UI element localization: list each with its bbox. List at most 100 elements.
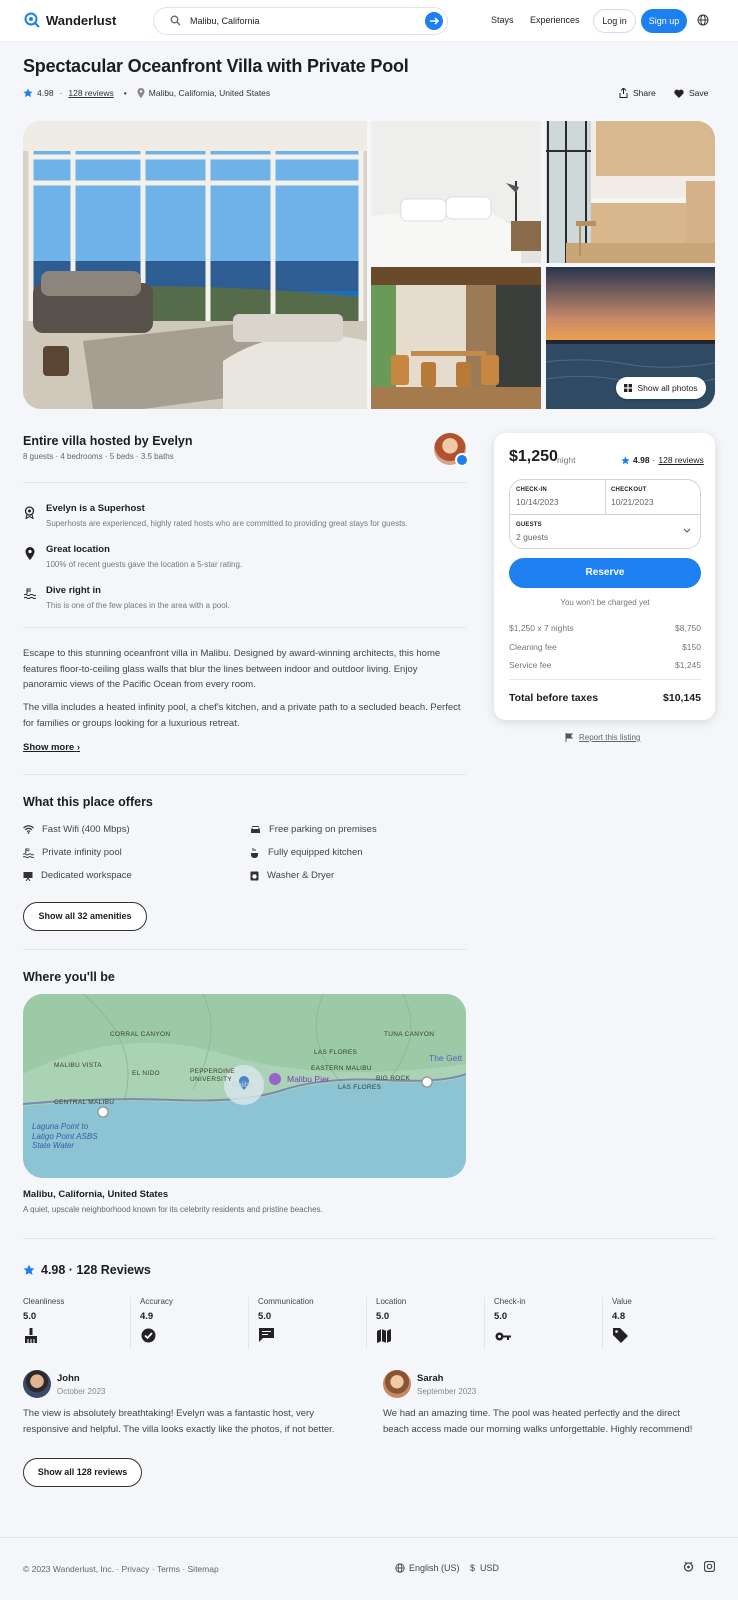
rating-category-value: 5.0 bbox=[376, 1311, 390, 1322]
rating-category-value: 4.9 bbox=[140, 1311, 154, 1322]
checkin-field[interactable]: CHECK-IN 10/14/2023 bbox=[509, 479, 604, 513]
social-icon[interactable] bbox=[683, 1561, 694, 1572]
signup-button[interactable]: Sign up bbox=[641, 9, 687, 33]
key-icon bbox=[495, 1332, 511, 1341]
feature-desc: This is one of the few places in the are… bbox=[46, 601, 230, 610]
amenity-label: Private infinity pool bbox=[42, 847, 122, 858]
amenity-label: Fully equipped kitchen bbox=[268, 847, 363, 858]
listing-title: Spectacular Oceanfront Villa with Privat… bbox=[23, 56, 409, 76]
reviewer-avatar[interactable] bbox=[23, 1370, 51, 1398]
location-heading: Where you'll be bbox=[23, 970, 115, 984]
fee-row: Cleaning fee $150 bbox=[509, 642, 701, 652]
reviews-heading: 4.98 · 128 Reviews bbox=[23, 1263, 151, 1277]
checkout-field[interactable]: CHECKOUT 10/21/2023 bbox=[604, 479, 701, 513]
map-label: CENTRAL MALIBU bbox=[54, 1099, 115, 1106]
reserve-button[interactable]: Reserve bbox=[509, 558, 701, 588]
checkout-value: 10/21/2023 bbox=[611, 497, 654, 507]
feature-desc: 100% of recent guests gave the location … bbox=[46, 560, 243, 569]
feature-title: Great location bbox=[46, 544, 110, 555]
no-charge-note: You won't be charged yet bbox=[560, 598, 650, 607]
card-reviews-link[interactable]: 128 reviews bbox=[658, 455, 703, 465]
photo-bedroom[interactable] bbox=[371, 121, 541, 263]
guests-select[interactable]: GUESTS 2 guests bbox=[509, 513, 701, 549]
language-selector[interactable]: English (US) bbox=[395, 1563, 460, 1573]
show-all-photos-button[interactable]: Show all photos bbox=[616, 377, 706, 399]
tag-icon bbox=[613, 1328, 628, 1343]
map-label: MALIBU VISTA bbox=[54, 1062, 102, 1069]
nightly-price: $1,250 bbox=[509, 448, 558, 465]
rating-category-label: Communication bbox=[258, 1297, 314, 1306]
chevron-right-icon: › bbox=[76, 742, 81, 753]
map-label: LAS FLORES bbox=[338, 1084, 382, 1091]
show-all-reviews-button[interactable]: Show all 128 reviews bbox=[23, 1458, 142, 1487]
workspace-icon bbox=[23, 871, 33, 881]
amenity-item: Fast Wifi (400 Mbps) bbox=[23, 824, 130, 835]
show-all-amenities-button[interactable]: Show all 32 amenities bbox=[23, 902, 147, 931]
description-paragraph: The villa includes a heated infinity poo… bbox=[23, 702, 461, 729]
photo-living-room[interactable] bbox=[23, 121, 367, 409]
nav-experiences[interactable]: Experiences bbox=[530, 15, 580, 25]
total-row: Total before taxes $10,145 bbox=[509, 692, 701, 704]
reviewer-name: John bbox=[57, 1373, 80, 1384]
review-text: The view is absolutely breathtaking! Eve… bbox=[23, 1408, 335, 1435]
show-more-label: Show more bbox=[23, 742, 75, 753]
description-paragraph: Escape to this stunning oceanfront villa… bbox=[23, 648, 441, 690]
rating-category-label: Cleanliness bbox=[23, 1297, 65, 1306]
amenity-item: Fully equipped kitchen bbox=[250, 847, 363, 858]
amenity-label: Washer & Dryer bbox=[267, 870, 335, 881]
listing-meta: 4.98 · 128 reviews • Malibu, California,… bbox=[23, 88, 270, 98]
checkin-value: 10/14/2023 bbox=[516, 497, 559, 507]
photo-kitchen[interactable] bbox=[546, 121, 715, 263]
per-night-label: night bbox=[557, 455, 576, 465]
grid-icon bbox=[624, 384, 633, 392]
share-button[interactable]: Share bbox=[619, 88, 656, 98]
search-submit-button[interactable] bbox=[425, 12, 443, 30]
pool-icon bbox=[23, 847, 34, 858]
rating-category-value: 5.0 bbox=[494, 1311, 508, 1322]
map-label: EASTERN MALIBU bbox=[311, 1065, 372, 1072]
broom-icon bbox=[25, 1328, 37, 1343]
star-icon bbox=[23, 1264, 35, 1275]
card-rating-value: 4.98 bbox=[633, 455, 650, 465]
currency-selector[interactable]: $ USD bbox=[470, 1563, 499, 1573]
footer-copyright-links[interactable]: © 2023 Wanderlust, Inc. · Privacy · Term… bbox=[23, 1564, 219, 1574]
globe-icon[interactable] bbox=[697, 14, 709, 26]
login-button[interactable]: Log in bbox=[593, 9, 636, 33]
nav-stays[interactable]: Stays bbox=[491, 15, 514, 25]
amenity-label: Fast Wifi (400 Mbps) bbox=[42, 824, 130, 835]
listing-details: 8 guests · 4 bedrooms · 5 beds · 3.5 bat… bbox=[23, 452, 174, 461]
search-bar[interactable]: Malibu, California bbox=[153, 7, 448, 35]
kitchen-icon bbox=[251, 847, 258, 858]
save-label: Save bbox=[689, 88, 709, 98]
divider bbox=[23, 949, 466, 950]
search-input[interactable]: Malibu, California bbox=[190, 16, 260, 26]
review-date: October 2023 bbox=[57, 1387, 106, 1396]
reviewer-avatar[interactable] bbox=[383, 1370, 411, 1398]
map-label: EL NIDO bbox=[132, 1070, 160, 1077]
fee-label[interactable]: $1,250 x 7 nights bbox=[509, 623, 574, 633]
report-listing-link[interactable]: Report this listing bbox=[565, 733, 640, 742]
brand-logo[interactable]: Wanderlust bbox=[24, 12, 116, 28]
chevron-down-icon bbox=[683, 528, 691, 533]
amenity-label: Dedicated workspace bbox=[41, 870, 132, 881]
instagram-icon[interactable] bbox=[704, 1561, 715, 1572]
save-button[interactable]: Save bbox=[674, 88, 708, 98]
superhost-badge-icon bbox=[455, 453, 469, 467]
show-more-link[interactable]: Show more › bbox=[23, 742, 80, 753]
photo-dining[interactable] bbox=[371, 267, 541, 409]
listing-reviews-link[interactable]: 128 reviews bbox=[68, 88, 113, 98]
feature-desc: Superhosts are experienced, highly rated… bbox=[46, 519, 408, 528]
divider bbox=[23, 1238, 715, 1239]
fee-row: $1,250 x 7 nights $8,750 bbox=[509, 623, 701, 633]
rating-category-label: Check-in bbox=[494, 1297, 526, 1306]
feature-title: Dive right in bbox=[46, 585, 101, 596]
total-value: $10,145 bbox=[663, 692, 701, 704]
rating-category-label: Value bbox=[612, 1297, 632, 1306]
wifi-icon bbox=[23, 825, 34, 834]
share-icon bbox=[619, 88, 628, 98]
car-icon bbox=[251, 826, 260, 833]
card-rating: 4.98 · 128 reviews bbox=[621, 455, 704, 465]
amenity-label: Free parking on premises bbox=[269, 824, 377, 835]
fee-value: $150 bbox=[682, 642, 701, 652]
map-poi-label: Malibu Pier bbox=[287, 1074, 330, 1084]
